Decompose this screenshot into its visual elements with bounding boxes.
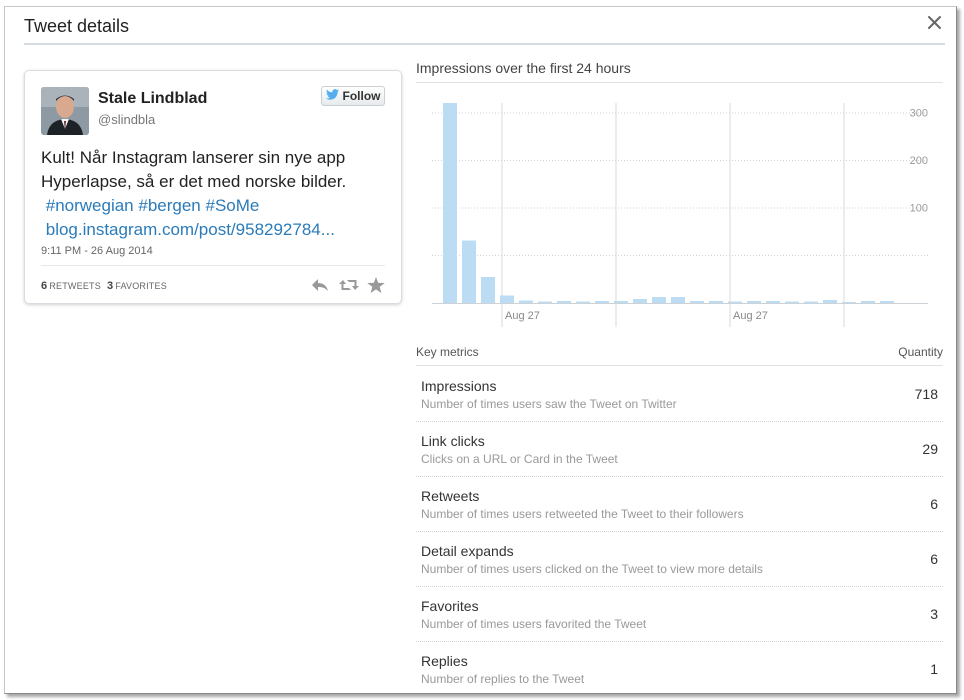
- bar[interactable]: [538, 301, 552, 304]
- metric-row: Detail expands Number of times users clic…: [416, 532, 943, 587]
- dialog-title: Tweet details: [24, 16, 130, 36]
- close-icon[interactable]: [925, 13, 945, 33]
- x-tick-label: Aug 27: [733, 310, 768, 322]
- follow-label: Follow: [342, 89, 381, 103]
- author-name[interactable]: Stale Lindblad: [98, 90, 207, 108]
- metric-row: Replies Number of replies to the Tweet 1: [416, 642, 943, 693]
- divider: [416, 82, 943, 83]
- bar[interactable]: [709, 301, 723, 303]
- bar[interactable]: [500, 295, 514, 304]
- reply-icon[interactable]: [311, 277, 329, 293]
- metric-name: Favorites: [421, 598, 479, 614]
- metric-name: Detail expands: [421, 543, 514, 559]
- metric-row: Favorites Number of times users favorited…: [416, 587, 943, 642]
- favorite-star-icon[interactable]: [367, 277, 385, 293]
- tweet-text: Kult! Når Instagram lanserer sin nye app…: [41, 146, 389, 242]
- metrics-header-label: Key metrics: [416, 345, 479, 359]
- bar[interactable]: [614, 301, 628, 303]
- metric-name: Impressions: [421, 378, 497, 394]
- chart-title: Impressions over the first 24 hours: [416, 60, 631, 76]
- bar[interactable]: [462, 240, 476, 304]
- metrics-list: Impressions Number of times users saw the…: [416, 367, 943, 693]
- metric-description: Number of replies to the Tweet: [421, 672, 585, 686]
- metric-name: Retweets: [421, 488, 480, 504]
- metric-description: Number of times users saw the Tweet on T…: [421, 397, 677, 411]
- metric-value: 1: [930, 661, 938, 677]
- bar[interactable]: [842, 302, 856, 303]
- author-handle[interactable]: @slindbla: [98, 112, 155, 127]
- bar[interactable]: [690, 301, 704, 303]
- avatar[interactable]: [41, 87, 89, 135]
- hashtag-link[interactable]: #SoMe: [206, 196, 260, 215]
- tweet-timestamp[interactable]: 9:11 PM - 26 Aug 2014: [41, 245, 153, 257]
- follow-button[interactable]: Follow: [321, 86, 385, 106]
- bar[interactable]: [557, 301, 571, 303]
- tweet-stats: 6 RETWEETS 3 FAVORITES: [41, 280, 167, 292]
- metric-name: Link clicks: [421, 433, 485, 449]
- retweet-icon[interactable]: [339, 277, 359, 293]
- dialog-header: Tweet details: [24, 7, 945, 45]
- metric-row: Retweets Number of times users retweeted …: [416, 477, 943, 532]
- tweet-text-line: Hyperlapse, så er det med norske bilder.: [41, 172, 347, 191]
- metric-value: 6: [930, 496, 938, 512]
- tweet-url-link[interactable]: blog.instagram.com/post/958292784...: [46, 220, 335, 239]
- metric-row: Link clicks Clicks on a URL or Card in th…: [416, 422, 943, 477]
- bar[interactable]: [652, 297, 666, 303]
- favorites-count[interactable]: 3: [107, 280, 113, 292]
- hashtag-link[interactable]: #norwegian: [46, 196, 134, 215]
- bar[interactable]: [804, 301, 818, 304]
- metric-value: 6: [930, 551, 938, 567]
- divider: [41, 265, 385, 266]
- metric-description: Number of times users favorited the Twee…: [421, 617, 647, 631]
- bar[interactable]: [766, 301, 780, 303]
- tweet-card: Stale Lindblad @slindbla Follow Kult! Nå…: [24, 70, 402, 304]
- bar[interactable]: [595, 301, 609, 303]
- tweet-details-dialog: Tweet details Stale Lindblad @slindbla F…: [4, 6, 957, 694]
- bar[interactable]: [747, 301, 761, 303]
- quantity-header-label: Quantity: [898, 345, 943, 359]
- bar[interactable]: [576, 301, 590, 304]
- twitter-bird-icon: [325, 89, 339, 103]
- favorites-label[interactable]: FAVORITES: [115, 281, 167, 291]
- metric-description: Number of times users clicked on the Twe…: [421, 562, 763, 576]
- x-tick-label: Aug 27: [505, 310, 540, 322]
- metrics-header: Key metrics Quantity: [416, 345, 943, 366]
- metric-value: 29: [922, 441, 938, 457]
- bar[interactable]: [728, 301, 742, 304]
- metric-name: Replies: [421, 653, 468, 669]
- impressions-chart: 100200300400Aug 27Aug 27: [432, 103, 928, 327]
- retweets-count[interactable]: 6: [41, 280, 47, 292]
- bar[interactable]: [481, 277, 495, 303]
- bar[interactable]: [880, 301, 894, 303]
- hashtag-link[interactable]: #bergen: [138, 196, 200, 215]
- bar[interactable]: [633, 299, 647, 303]
- metric-description: Number of times users retweeted the Twee…: [421, 507, 744, 521]
- metric-value: 3: [930, 606, 938, 622]
- bar[interactable]: [443, 103, 457, 303]
- retweets-label[interactable]: RETWEETS: [49, 281, 101, 291]
- bar[interactable]: [671, 297, 685, 303]
- metric-row: Impressions Number of times users saw the…: [416, 367, 943, 422]
- tweet-text-line: Kult! Når Instagram lanserer sin nye app: [41, 148, 346, 167]
- bar[interactable]: [785, 301, 799, 304]
- metric-description: Clicks on a URL or Card in the Tweet: [421, 452, 618, 466]
- tweet-actions: [311, 277, 385, 293]
- bar[interactable]: [861, 301, 875, 303]
- bar[interactable]: [519, 300, 533, 304]
- metric-value: 718: [914, 386, 938, 402]
- bar[interactable]: [823, 300, 837, 303]
